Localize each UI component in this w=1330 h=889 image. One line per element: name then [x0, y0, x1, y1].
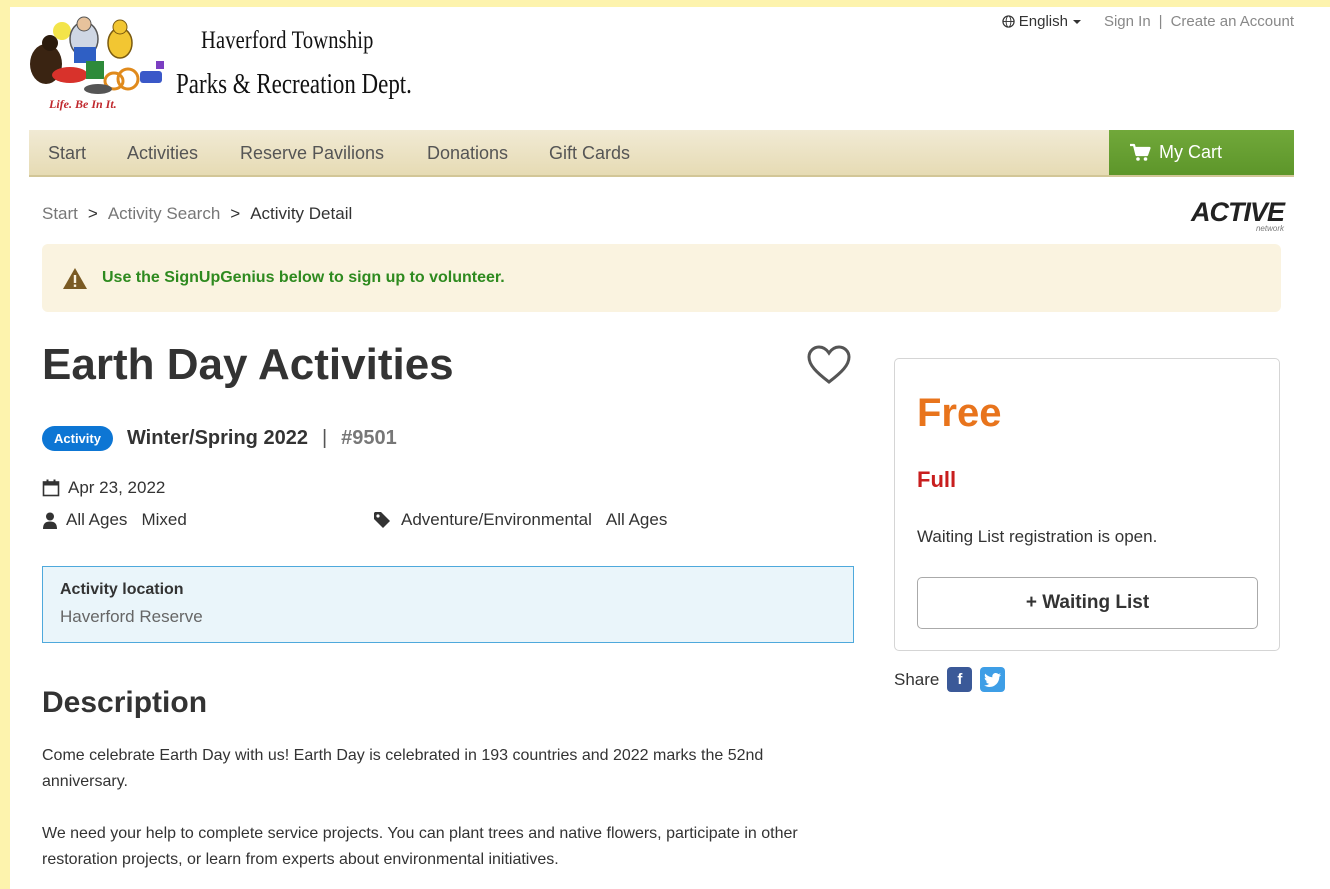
utility-links: English Sign In | Create an Account [1002, 13, 1294, 30]
person-icon [43, 512, 57, 529]
breadcrumb-start[interactable]: Start [42, 204, 78, 224]
activity-type-badge: Activity [42, 426, 113, 451]
meta-divider: | [321, 427, 328, 449]
cart-icon [1130, 143, 1151, 161]
sign-in-link[interactable]: Sign In [1104, 13, 1151, 30]
calendar-icon [42, 479, 60, 497]
activity-category: Adventure/Environmental [401, 510, 592, 529]
page: Life. Be In It. Haverford Township Parks… [10, 7, 1330, 889]
nav-item-reserve-pavilions[interactable]: Reserve Pavilions [240, 143, 384, 164]
activity-title: Earth Day Activities [42, 340, 454, 389]
location-value: Haverford Reserve [60, 607, 203, 626]
activity-season: Winter/Spring 2022 [126, 427, 308, 449]
activity-price: Free [917, 391, 1002, 435]
activity-ages: All Ages [66, 510, 128, 529]
twitter-share-icon[interactable] [980, 667, 1006, 692]
language-label: English [1018, 13, 1068, 30]
activity-ages-row: All Ages Mixed [42, 510, 187, 530]
active-logo-main: ACTIVE [1190, 197, 1285, 227]
favorite-heart-icon[interactable] [806, 344, 852, 386]
breadcrumb-separator: > [230, 204, 241, 223]
alert-message: Use the SignUpGenius below to sign up to… [102, 269, 505, 286]
share-label: Share [894, 669, 940, 689]
warning-icon [63, 267, 87, 289]
location-label: Activity location [60, 581, 184, 598]
brand-name-line1: Haverford Township [201, 27, 374, 54]
township-logo[interactable]: Life. Be In It. [28, 9, 168, 111]
twitter-bird-icon [984, 672, 1002, 687]
nav-item-donations[interactable]: Donations [427, 143, 508, 164]
language-selector[interactable]: English [1002, 13, 1082, 30]
nav-item-activities[interactable]: Activities [127, 143, 198, 164]
description-heading: Description [42, 686, 208, 719]
activity-date-row: Apr 23, 2022 [42, 478, 165, 498]
facebook-share-icon[interactable]: f [947, 667, 973, 692]
cart-label: My Cart [1159, 142, 1222, 162]
share-section: Share f [894, 667, 1006, 692]
activity-location-box: Activity location Haverford Reserve [42, 566, 854, 643]
brand-name-line2: Parks & Recreation Dept. [176, 69, 412, 100]
breadcrumb-activity-detail: Activity Detail [250, 204, 353, 223]
nav-item-gift-cards[interactable]: Gift Cards [549, 143, 630, 164]
activity-gender: Mixed [141, 510, 187, 529]
category-ages: All Ages [605, 510, 668, 529]
volunteer-alert: Use the SignUpGenius below to sign up to… [42, 244, 1281, 312]
activity-number: #9501 [341, 427, 397, 449]
breadcrumb-separator: > [87, 204, 98, 223]
description-paragraph: We need your help to complete service pr… [42, 825, 798, 868]
activity-category-row: Adventure/Environmental All Ages [373, 510, 667, 530]
activity-date: Apr 23, 2022 [68, 478, 166, 497]
waiting-list-note: Waiting List registration is open. [917, 527, 1158, 546]
logo-tagline: Life. Be In It. [49, 97, 117, 111]
description-paragraph: Come celebrate Earth Day with us! Earth … [42, 747, 764, 790]
tag-icon [374, 512, 390, 528]
caret-down-icon [1072, 19, 1081, 24]
nav-item-start[interactable]: Start [48, 143, 86, 164]
my-cart-button[interactable]: My Cart [1109, 130, 1294, 175]
mascot-logo-image [30, 16, 164, 94]
breadcrumb-activity-search[interactable]: Activity Search [108, 204, 220, 224]
enrollment-status: Full [917, 467, 957, 492]
breadcrumb: Start > Activity Search > Activity Detai… [42, 204, 352, 224]
activity-meta: Activity Winter/Spring 2022 | #9501 [42, 426, 397, 451]
globe-icon [1002, 15, 1015, 28]
registration-panel: Free Full Waiting List registration is o… [894, 358, 1280, 651]
main-nav: Start Activities Reserve Pavilions Donat… [29, 130, 1294, 177]
link-separator: | [1158, 13, 1163, 30]
active-network-logo: ACTIVE network [1190, 197, 1285, 233]
waiting-list-button[interactable]: + Waiting List [917, 577, 1258, 629]
create-account-link[interactable]: Create an Account [1171, 13, 1294, 30]
